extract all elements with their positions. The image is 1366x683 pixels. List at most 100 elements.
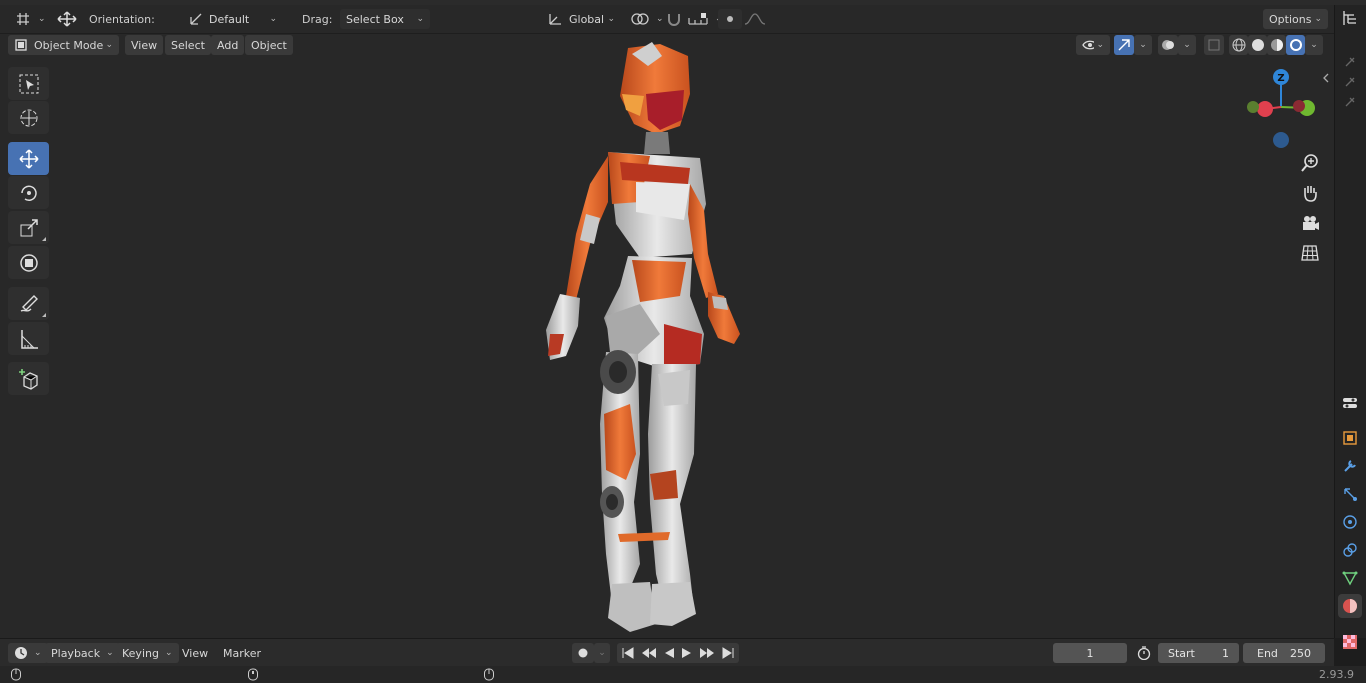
ortho-toggle-button[interactable] bbox=[1296, 239, 1324, 267]
select-menu[interactable]: Select bbox=[165, 35, 211, 55]
cursor-tool[interactable] bbox=[8, 101, 49, 134]
preview-range-toggle[interactable] bbox=[1134, 643, 1154, 663]
material-properties-tab[interactable] bbox=[1338, 594, 1362, 618]
timeline-view-menu[interactable]: View bbox=[176, 643, 214, 663]
timeline-editor-type[interactable]: ⌄ bbox=[8, 643, 48, 663]
visibility-dropdown[interactable]: ⌄ bbox=[1076, 35, 1110, 55]
measure-tool[interactable] bbox=[8, 322, 49, 355]
select-box-tool[interactable] bbox=[8, 67, 49, 100]
object-menu[interactable]: Object bbox=[245, 35, 293, 55]
drag-dropdown[interactable]: Select Box ⌄ bbox=[340, 9, 430, 29]
tool-variant-corner bbox=[42, 237, 46, 241]
overlays-toggle[interactable] bbox=[1158, 35, 1178, 55]
marker-menu[interactable]: Marker bbox=[217, 643, 267, 663]
shading-wireframe[interactable] bbox=[1229, 35, 1248, 55]
move-tool-icon-button[interactable] bbox=[48, 9, 86, 29]
x-axis-handle[interactable] bbox=[1257, 101, 1273, 117]
object-mode-dropdown[interactable]: Object Mode ⌄ bbox=[8, 35, 119, 55]
add-cube-tool[interactable] bbox=[8, 362, 49, 395]
material-sphere-icon bbox=[1270, 39, 1283, 51]
data-icon bbox=[1342, 571, 1358, 586]
end-value: 250 bbox=[1290, 646, 1311, 660]
character-model[interactable] bbox=[0, 34, 1334, 638]
annotate-tool[interactable] bbox=[8, 287, 49, 320]
timeline-header: ⌄ Playback ⌄ Keying ⌄ View Marker ⌄ 1 Star… bbox=[0, 638, 1334, 666]
shading-rendered[interactable] bbox=[1286, 35, 1305, 55]
tool-properties-tab[interactable] bbox=[1338, 391, 1362, 415]
solid-sphere-icon bbox=[1251, 39, 1264, 51]
playback-menu[interactable]: Playback ⌄ bbox=[45, 643, 120, 663]
constraints-properties-tab[interactable] bbox=[1338, 538, 1362, 562]
modifier-properties-tab[interactable] bbox=[1338, 454, 1362, 478]
editor-type-button[interactable]: ⌄ bbox=[8, 9, 52, 29]
object-properties-tab[interactable] bbox=[1338, 426, 1362, 450]
3d-viewport[interactable] bbox=[0, 34, 1334, 638]
jump-start-icon[interactable] bbox=[621, 647, 635, 659]
hand-icon bbox=[1304, 186, 1317, 202]
object-icon bbox=[1343, 431, 1357, 445]
stopwatch-icon bbox=[1137, 646, 1151, 660]
keying-label: Keying bbox=[122, 646, 159, 660]
texture-properties-tab[interactable] bbox=[1338, 630, 1362, 654]
camera-icon bbox=[1303, 216, 1319, 230]
transform-orientation-dropdown[interactable]: Global ⌄ bbox=[541, 9, 621, 29]
material-icon bbox=[1343, 599, 1357, 613]
physics-properties-tab[interactable] bbox=[1338, 510, 1362, 534]
end-frame-field[interactable]: End 250 bbox=[1243, 643, 1325, 663]
view-menu[interactable]: View bbox=[125, 35, 164, 55]
sidebar-collapse-arrow[interactable] bbox=[1322, 72, 1330, 87]
prev-keyframe-icon[interactable] bbox=[641, 647, 657, 659]
mouse-middle-icon bbox=[248, 668, 258, 681]
options-label: Options bbox=[1269, 12, 1312, 26]
overlays-dropdown[interactable]: ⌄ bbox=[1178, 35, 1196, 55]
transform-tool[interactable] bbox=[8, 246, 49, 279]
measure-icon bbox=[20, 329, 38, 349]
mouse-left-icon bbox=[11, 668, 21, 681]
outliner-toggle[interactable] bbox=[1340, 8, 1364, 30]
data-properties-tab[interactable] bbox=[1338, 566, 1362, 590]
rotate-tool[interactable] bbox=[8, 176, 49, 209]
texture-icon bbox=[1343, 635, 1357, 649]
jump-end-icon[interactable] bbox=[721, 647, 735, 659]
gizmo-toggle[interactable] bbox=[1114, 35, 1134, 55]
zoom-button[interactable] bbox=[1296, 149, 1324, 177]
move-icon bbox=[18, 148, 39, 169]
constraints-icon bbox=[1343, 543, 1357, 557]
start-frame-field[interactable]: Start 1 bbox=[1158, 643, 1239, 663]
orientation-dropdown[interactable]: Default ⌄ bbox=[183, 9, 283, 29]
camera-view-button[interactable] bbox=[1296, 209, 1324, 237]
particles-properties-tab[interactable] bbox=[1338, 482, 1362, 506]
shading-solid[interactable] bbox=[1248, 35, 1267, 55]
pan-button[interactable] bbox=[1296, 179, 1324, 207]
play-reverse-icon[interactable] bbox=[663, 647, 675, 659]
proportional-dot-icon bbox=[727, 16, 733, 22]
gizmo-dropdown[interactable]: ⌄ bbox=[1134, 35, 1152, 55]
falloff-curve-icon bbox=[744, 13, 766, 25]
record-button[interactable] bbox=[572, 643, 594, 663]
start-label: Start bbox=[1168, 646, 1195, 660]
navigation-gizmo[interactable]: Z bbox=[1240, 66, 1326, 152]
neg-z-axis-handle[interactable] bbox=[1273, 132, 1289, 148]
falloff-dropdown[interactable] bbox=[738, 9, 772, 29]
current-frame-field[interactable]: 1 bbox=[1053, 643, 1127, 663]
neg-x-axis-handle[interactable] bbox=[1293, 100, 1305, 112]
orientation-icon bbox=[190, 13, 202, 25]
keying-menu[interactable]: Keying ⌄ bbox=[116, 643, 179, 663]
gizmo-icon bbox=[1118, 39, 1130, 51]
shading-material[interactable] bbox=[1267, 35, 1286, 55]
keying-set-dropdown[interactable]: ⌄ bbox=[594, 643, 610, 663]
neg-y-axis-handle[interactable] bbox=[1247, 101, 1259, 113]
object-mode-label: Object Mode bbox=[34, 38, 104, 52]
rotate-icon bbox=[20, 185, 37, 201]
move-tool[interactable] bbox=[8, 142, 49, 175]
overlays-icon bbox=[1162, 40, 1174, 50]
scale-tool[interactable] bbox=[8, 211, 49, 244]
play-icon[interactable] bbox=[681, 647, 693, 659]
eye-icon bbox=[1082, 40, 1095, 50]
shading-dropdown[interactable]: ⌄ bbox=[1305, 35, 1323, 55]
cursor-icon bbox=[20, 109, 37, 126]
next-keyframe-icon[interactable] bbox=[699, 647, 715, 659]
options-dropdown[interactable]: Options ⌄ bbox=[1263, 9, 1328, 29]
xray-toggle[interactable] bbox=[1204, 35, 1224, 55]
add-menu[interactable]: Add bbox=[211, 35, 245, 55]
